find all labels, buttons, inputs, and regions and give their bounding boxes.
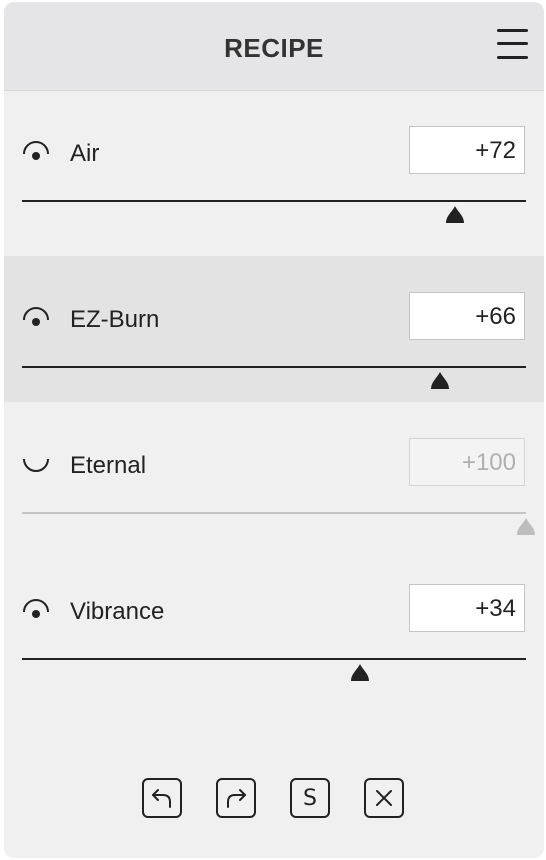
slider-track[interactable]	[22, 200, 526, 202]
slider-row-eternal: Eternal +100	[4, 402, 544, 548]
hamburger-menu-icon[interactable]	[497, 28, 529, 62]
visibility-on-icon[interactable]	[21, 595, 51, 625]
slider-value-field[interactable]: +100	[409, 438, 525, 486]
close-button[interactable]	[364, 778, 404, 818]
action-toolbar: S	[4, 778, 544, 824]
visibility-on-icon[interactable]	[21, 303, 51, 333]
slider-track[interactable]	[22, 512, 526, 514]
redo-arrow-icon	[227, 789, 246, 808]
slider-track[interactable]	[22, 658, 526, 660]
visibility-on-icon[interactable]	[21, 137, 51, 167]
panel-title: RECIPE	[224, 33, 324, 63]
slider-row-vibrance: Vibrance +34	[4, 548, 544, 694]
s-icon: S	[303, 785, 317, 811]
slider-value-field[interactable]: +34	[409, 584, 525, 632]
slider-thumb[interactable]	[445, 206, 465, 224]
slider-row-air: Air +72	[4, 90, 544, 236]
redo-button[interactable]	[216, 778, 256, 818]
slider-label: Vibrance	[70, 598, 165, 625]
slider-thumb[interactable]	[350, 664, 370, 682]
slider-thumb[interactable]	[516, 518, 536, 536]
slider-row-ez-burn: EZ-Burn +66	[4, 256, 544, 402]
undo-arrow-icon	[152, 789, 171, 808]
slider-label: EZ-Burn	[70, 306, 160, 333]
slider-label: Eternal	[70, 452, 147, 479]
slider-thumb[interactable]	[430, 372, 450, 390]
close-x-icon	[376, 790, 392, 806]
save-button[interactable]: S	[290, 778, 330, 818]
panel-header: RECIPE	[4, 2, 544, 91]
recipe-panel: RECIPE Air +72 EZ-Burn +66 Eternal +100 …	[4, 2, 544, 858]
slider-label: Air	[70, 140, 100, 167]
slider-value-field[interactable]: +66	[409, 292, 525, 340]
undo-button[interactable]	[142, 778, 182, 818]
slider-track[interactable]	[22, 366, 526, 368]
visibility-off-icon[interactable]	[21, 449, 51, 479]
slider-value-field[interactable]: +72	[409, 126, 525, 174]
